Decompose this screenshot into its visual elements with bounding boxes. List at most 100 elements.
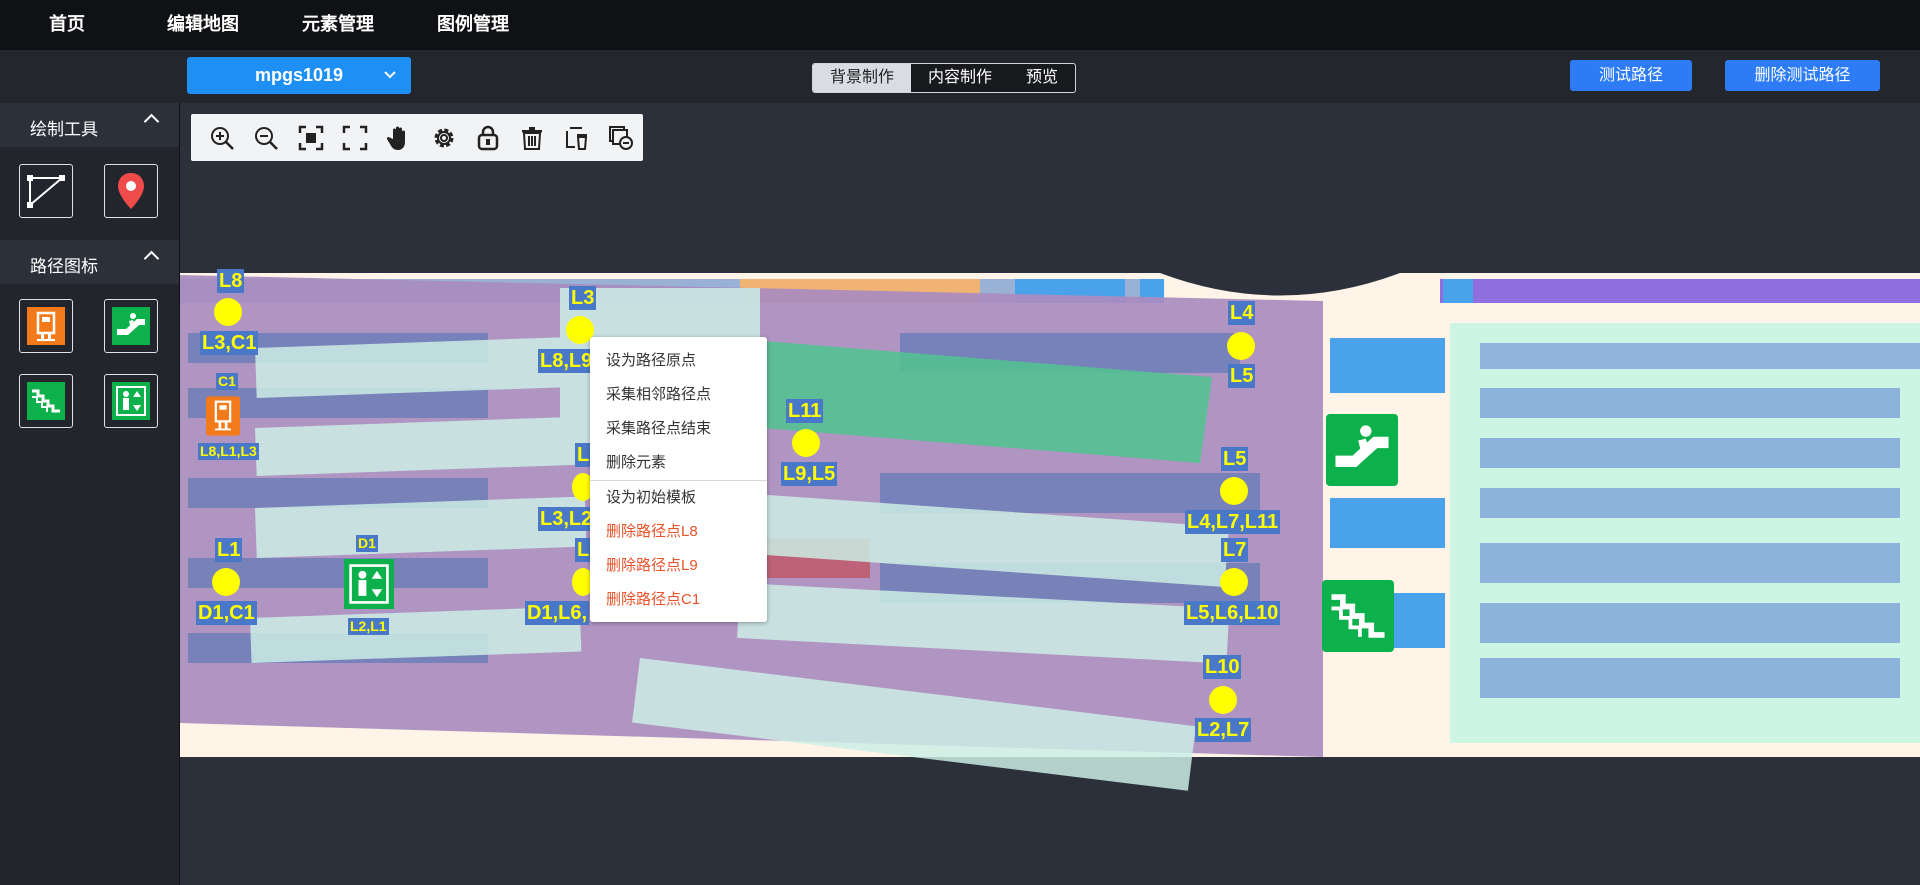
zoom-out-icon: [255, 126, 279, 150]
zoom-in-button[interactable]: [200, 118, 244, 158]
test-route-button[interactable]: 测试路径: [1570, 60, 1692, 91]
route-label-l4: L4: [1228, 301, 1256, 325]
top-navigation: 首页 编辑地图 元素管理 图例管理: [0, 0, 1920, 50]
remove-layer-button[interactable]: [599, 118, 643, 158]
route-point-l5[interactable]: [1220, 477, 1248, 505]
route-label-l10-links: L2,L7: [1195, 718, 1252, 742]
stairs-marker[interactable]: [1322, 580, 1394, 652]
zoom-in-icon: [211, 126, 235, 150]
route-label-l8-links: L3,C1: [200, 331, 259, 355]
project-select[interactable]: mpgs1019: [187, 57, 411, 94]
polygon-tool[interactable]: [19, 164, 73, 218]
route-label-l10: L10: [1203, 655, 1242, 679]
fit-view-icon: [298, 125, 323, 150]
route-point-l1[interactable]: [212, 568, 240, 596]
kiosk-icon: [27, 307, 65, 345]
route-icon-elevator[interactable]: [104, 374, 158, 428]
map-canvas[interactable]: L8 L3,C1 L3 L8,L9 L4 L5 L11 L9,L5 L5 L4,…: [180, 103, 1920, 885]
delete-button[interactable]: [510, 118, 554, 158]
floor-plan: [180, 273, 1920, 791]
route-icon-stairs[interactable]: [19, 374, 73, 428]
marker-tool[interactable]: [104, 164, 158, 218]
map-pin-icon: [118, 173, 144, 209]
route-point-l8[interactable]: [214, 298, 242, 326]
route-label-l3-links: L8,L9: [538, 349, 595, 373]
lock-button[interactable]: [466, 118, 510, 158]
d1-links: L2,L1: [348, 618, 389, 635]
menu-item-delete-c1[interactable]: 删除路径点C1: [590, 583, 767, 617]
escalator-icon: [112, 307, 150, 345]
route-point-l4[interactable]: [1227, 332, 1255, 360]
chevron-up-icon: [143, 113, 160, 130]
zoom-out-button[interactable]: [244, 118, 288, 158]
context-menu: 设为路径原点 采集相邻路径点 采集路径点结束 删除元素 设为初始模板 删除路径点…: [590, 337, 767, 622]
route-label-l8: L8: [217, 269, 245, 293]
fullscreen-icon: [342, 125, 368, 150]
nav-edit-map[interactable]: 编辑地图: [167, 0, 239, 50]
route-label-l6-partial: L: [575, 538, 592, 562]
menu-item-delete-element[interactable]: 删除元素: [590, 446, 767, 480]
route-point-l11[interactable]: [792, 429, 820, 457]
draw-tools-title: 绘制工具: [30, 120, 98, 139]
route-label-l9-partial: L9: [575, 443, 591, 467]
menu-item-delete-l9[interactable]: 删除路径点L9: [590, 549, 767, 583]
mode-tab-background[interactable]: 背景制作: [813, 64, 912, 92]
draw-tools-header[interactable]: 绘制工具: [0, 103, 179, 147]
layer-delete-icon: [565, 126, 587, 150]
nav-legend-management[interactable]: 图例管理: [437, 0, 509, 50]
route-point-l10[interactable]: [1209, 686, 1237, 714]
chevron-up-icon: [143, 250, 160, 267]
kiosk-icon: [206, 396, 240, 436]
delete-test-route-button[interactable]: 删除测试路径: [1725, 60, 1880, 91]
route-label-l3: L3: [569, 286, 597, 310]
route-label-l4-links: L5: [1228, 364, 1256, 388]
elevator-icon: [112, 382, 150, 420]
route-icons-header[interactable]: 路径图标: [0, 240, 179, 284]
route-label-l9-links-partial: L3,L2: [538, 507, 590, 531]
lock-icon: [477, 125, 499, 150]
route-label-l5: L5: [1221, 447, 1249, 471]
map-toolbar: [191, 114, 643, 161]
c1-kiosk-marker[interactable]: [206, 396, 240, 436]
settings-button[interactable]: [421, 118, 465, 158]
pan-button[interactable]: [377, 118, 421, 158]
mode-tab-preview[interactable]: 预览: [1009, 64, 1075, 92]
escalator-icon: [1326, 414, 1398, 486]
escalator-marker[interactable]: [1326, 414, 1398, 486]
menu-item-collect-adjacent[interactable]: 采集相邻路径点: [590, 378, 767, 412]
delete-layer-button[interactable]: [554, 118, 598, 158]
project-select-value: mpgs1019: [254, 65, 344, 85]
route-label-l1: L1: [215, 538, 243, 562]
d1-title: D1: [356, 535, 378, 552]
menu-item-set-origin[interactable]: 设为路径原点: [590, 344, 767, 378]
route-label-l11-links: L9,L5: [781, 462, 838, 486]
menu-item-delete-l8[interactable]: 删除路径点L8: [590, 515, 767, 549]
menu-item-set-template[interactable]: 设为初始模板: [590, 481, 767, 515]
menu-item-collect-end[interactable]: 采集路径点结束: [590, 412, 767, 446]
c1-title: C1: [216, 373, 238, 390]
route-label-l7-links: L5,L6,L10: [1184, 601, 1281, 625]
hand-icon: [387, 126, 406, 150]
left-sidebar: 绘制工具 路径图标: [0, 103, 180, 885]
route-label-l1-links: D1,C1: [196, 601, 257, 625]
nav-element-management[interactable]: 元素管理: [302, 0, 374, 50]
route-label-l11: L11: [786, 399, 824, 423]
route-icon-escalator[interactable]: [104, 299, 158, 353]
route-label-l5-links: L4,L7,L11: [1185, 510, 1281, 534]
fit-view-button[interactable]: [289, 118, 333, 158]
layer-remove-icon: [608, 125, 633, 150]
route-icon-kiosk[interactable]: [19, 299, 73, 353]
route-icons-title: 路径图标: [30, 257, 98, 276]
stairs-icon: [27, 382, 65, 420]
trash-icon: [522, 126, 543, 150]
mode-tab-content[interactable]: 内容制作: [911, 64, 1009, 92]
route-label-l7: L7: [1221, 538, 1249, 562]
route-label-l6-links-partial: D1,L6,: [525, 601, 590, 625]
route-point-l7[interactable]: [1220, 568, 1248, 596]
mode-switcher: 背景制作 内容制作 预览: [812, 63, 1077, 93]
chevron-down-icon: [383, 57, 397, 108]
elevator-icon: [344, 559, 394, 609]
nav-home[interactable]: 首页: [49, 0, 85, 50]
d1-elevator-marker[interactable]: [344, 559, 394, 609]
fullscreen-button[interactable]: [333, 118, 377, 158]
